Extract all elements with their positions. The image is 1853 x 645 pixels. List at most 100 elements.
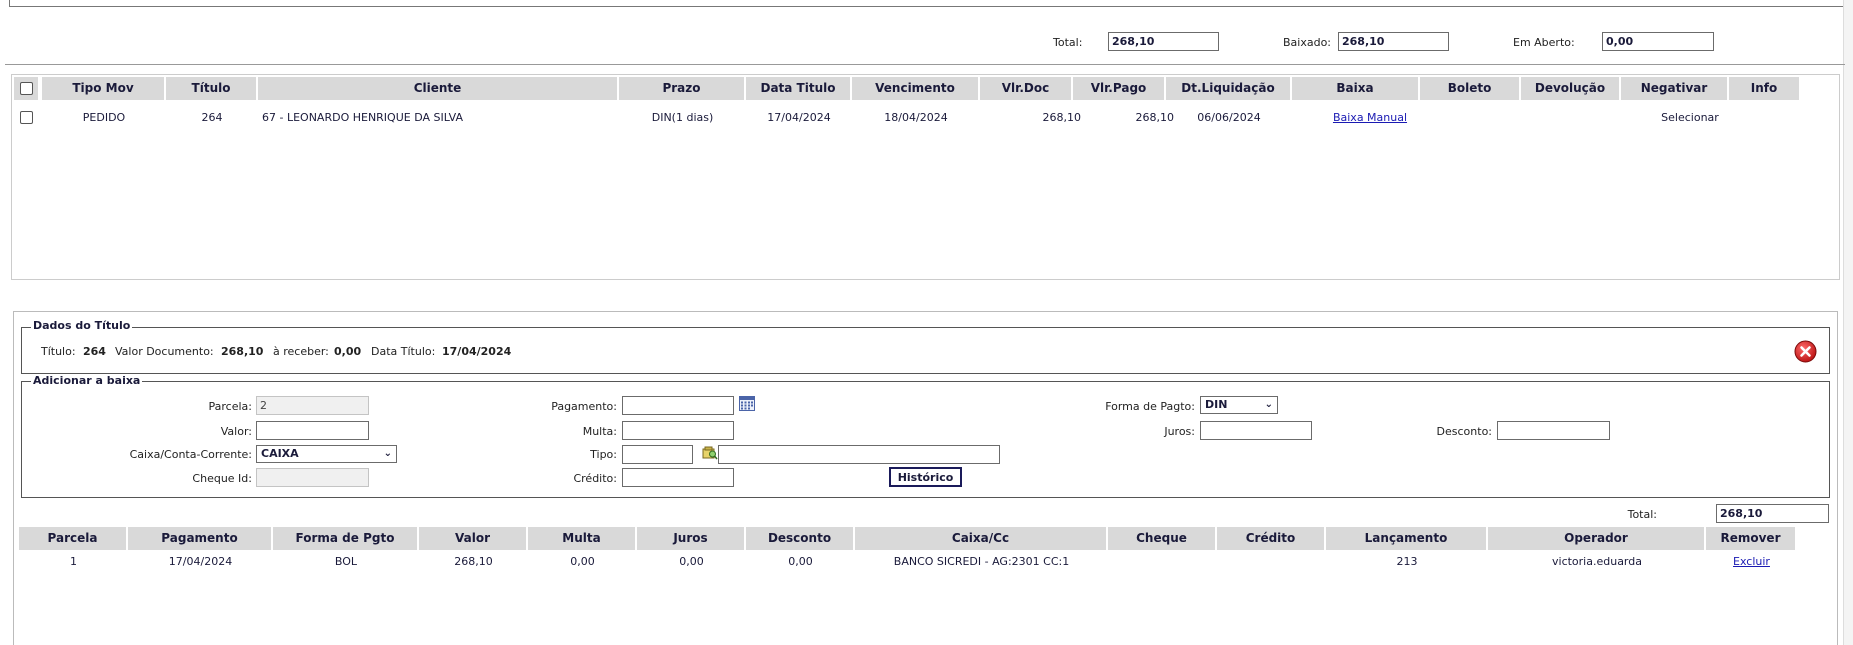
- valor-field[interactable]: [256, 421, 369, 440]
- data-titulo-value: 17/04/2024: [442, 345, 512, 358]
- payments-header-valor[interactable]: Valor: [419, 527, 528, 550]
- data-titulo-label: Data Título:: [371, 345, 436, 358]
- titles-header-devolucao[interactable]: Devolução: [1521, 77, 1621, 100]
- caixa-select[interactable]: CAIXA ⌄: [256, 445, 397, 463]
- chevron-down-icon: ⌄: [383, 448, 392, 459]
- titles-cell-vencimento: 18/04/2024: [884, 111, 948, 124]
- titles-cell-info: [1729, 109, 1801, 127]
- desconto-field[interactable]: [1497, 421, 1610, 440]
- cheque-id-field[interactable]: [256, 468, 369, 487]
- multa-field[interactable]: [622, 421, 734, 440]
- a-receber-value: 0,00: [334, 345, 362, 358]
- top-panel-border: [9, 0, 1849, 7]
- juros-label: Juros:: [1164, 425, 1195, 438]
- payments-header-desconto[interactable]: Desconto: [746, 527, 855, 550]
- baixa-manual-link[interactable]: Baixa Manual: [1333, 111, 1407, 124]
- dados-titulo-legend: Dados do Título: [31, 319, 133, 332]
- titles-header-info[interactable]: Info: [1729, 77, 1801, 100]
- payments-cell-credito: [1217, 553, 1326, 571]
- payments-header-juros[interactable]: Juros: [637, 527, 746, 550]
- payments-header-operador[interactable]: Operador: [1488, 527, 1706, 550]
- payments-header-pagamento[interactable]: Pagamento: [128, 527, 273, 550]
- total-label: Total:: [1053, 36, 1083, 49]
- select-all-checkbox[interactable]: [20, 82, 33, 95]
- payments-header-forma-de-pgto[interactable]: Forma de Pgto: [273, 527, 419, 550]
- baixado-label: Baixado:: [1283, 36, 1332, 49]
- titles-header-prazo[interactable]: Prazo: [619, 77, 746, 100]
- valor-documento-value: 268,10: [221, 345, 264, 358]
- close-icon[interactable]: [1794, 340, 1817, 363]
- em-aberto-label: Em Aberto:: [1513, 36, 1575, 49]
- historico-button[interactable]: Histórico: [889, 467, 962, 487]
- payments-header-parcela[interactable]: Parcela: [19, 527, 128, 550]
- payments-cell-remover[interactable]: Excluir: [1706, 553, 1797, 571]
- calendar-icon[interactable]: [739, 395, 755, 411]
- payments-header-lancamento[interactable]: Lançamento: [1326, 527, 1488, 550]
- titles-cell-vlr-doc: 268,10: [1042, 111, 1082, 124]
- chevron-down-icon: ⌄: [1264, 399, 1273, 410]
- pagamento-label: Pagamento:: [551, 400, 617, 413]
- row-checkbox[interactable]: [20, 111, 33, 124]
- titles-cell-prazo: DIN(1 dias): [651, 111, 714, 124]
- payments-total-field[interactable]: [1716, 504, 1829, 523]
- titles-header-titulo[interactable]: Título: [166, 77, 258, 100]
- adicionar-baixa-legend: Adicionar a baixa: [31, 374, 143, 387]
- payments-total-label: Total:: [1627, 508, 1657, 521]
- total-field[interactable]: [1108, 32, 1219, 51]
- tipo-description-field[interactable]: [718, 445, 1000, 464]
- desconto-label: Desconto:: [1436, 425, 1492, 438]
- forma-pagto-select[interactable]: DIN ⌄: [1200, 396, 1278, 414]
- titles-header-vlr-doc[interactable]: Vlr.Doc: [980, 77, 1073, 100]
- titles-header-tipo-mov[interactable]: Tipo Mov: [42, 77, 166, 100]
- titles-header-vlr-pago[interactable]: Vlr.Pago: [1073, 77, 1166, 100]
- credito-label: Crédito:: [573, 472, 617, 485]
- payments-cell-desconto: 0,00: [788, 555, 813, 568]
- multa-label: Multa:: [582, 425, 617, 438]
- caixa-label: Caixa/Conta-Corrente:: [129, 448, 252, 461]
- titulo-info-label: Título:: [41, 345, 76, 358]
- titles-header-negativar[interactable]: Negativar: [1621, 77, 1729, 100]
- parcela-field[interactable]: [256, 396, 369, 415]
- payments-cell-juros: 0,00: [679, 555, 704, 568]
- titles-cell-devolucao: [1521, 109, 1621, 127]
- payments-cell-valor: 268,10: [454, 555, 493, 568]
- titles-header-dt-liquidacao[interactable]: Dt.Liquidação: [1166, 77, 1292, 100]
- juros-field[interactable]: [1200, 421, 1312, 440]
- titles-header-cliente[interactable]: Cliente: [258, 77, 619, 100]
- tipo-label: Tipo:: [590, 448, 617, 461]
- payments-cell-pagamento: 17/04/2024: [168, 555, 233, 568]
- payments-cell-multa: 0,00: [570, 555, 595, 568]
- parcela-label: Parcela:: [208, 400, 252, 413]
- tipo-field[interactable]: [622, 445, 693, 464]
- lookup-icon[interactable]: [702, 446, 718, 460]
- em-aberto-field[interactable]: [1602, 32, 1714, 51]
- titulo-info-value: 264: [83, 345, 106, 358]
- credito-field[interactable]: [622, 468, 734, 487]
- page-scrollbar-edge[interactable]: [1843, 0, 1853, 645]
- caixa-select-value: CAIXA: [261, 447, 299, 460]
- titles-header-baixa[interactable]: Baixa: [1292, 77, 1420, 100]
- payments-header-cheque[interactable]: Cheque: [1108, 527, 1217, 550]
- baixado-field[interactable]: [1338, 32, 1449, 51]
- payments-cell-cheque: [1108, 553, 1217, 571]
- payments-cell-forma: BOL: [334, 555, 358, 568]
- titles-cell-dt-liquidacao: 06/06/2024: [1197, 111, 1261, 124]
- titles-cell-vlr-pago: 268,10: [1135, 111, 1175, 124]
- payments-header-credito[interactable]: Crédito: [1217, 527, 1326, 550]
- payments-cell-operador: victoria.eduarda: [1552, 555, 1642, 568]
- valor-documento-label: Valor Documento:: [115, 345, 214, 358]
- payments-cell-lancamento: 213: [1396, 555, 1418, 568]
- payments-header-caixa-cc[interactable]: Caixa/Cc: [855, 527, 1108, 550]
- pagamento-field[interactable]: [622, 396, 734, 415]
- titles-header-vencimento[interactable]: Vencimento: [852, 77, 980, 100]
- forma-pagto-select-value: DIN: [1205, 398, 1228, 411]
- a-receber-label: à receber:: [273, 345, 329, 358]
- payments-header-multa[interactable]: Multa: [528, 527, 637, 550]
- titles-header-boleto[interactable]: Boleto: [1420, 77, 1521, 100]
- titles-table-panel: [11, 74, 1840, 280]
- titles-header-checkbox-cell: [14, 77, 40, 100]
- titles-header-data-titulo[interactable]: Data Titulo: [746, 77, 852, 100]
- divider: [5, 64, 1845, 65]
- payments-header-remover[interactable]: Remover: [1706, 527, 1797, 550]
- excluir-link[interactable]: Excluir: [1733, 555, 1770, 568]
